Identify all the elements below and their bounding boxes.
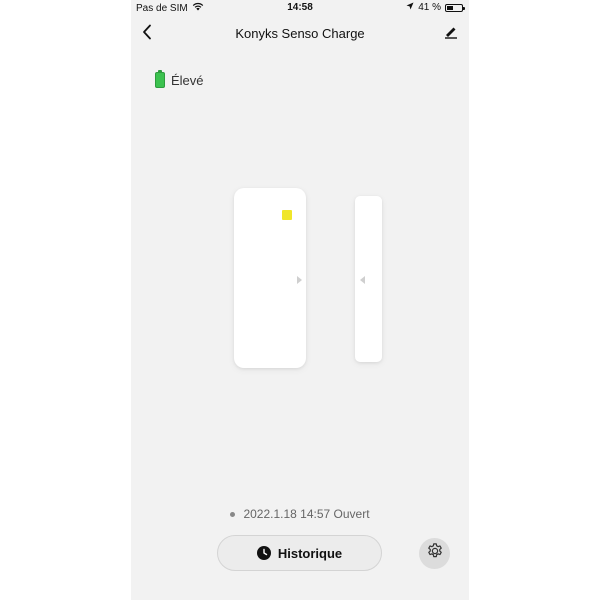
last-event: 2022.1.18 14:57 Ouvert (131, 507, 469, 521)
sensor-magnet (355, 196, 382, 362)
battery-icon (445, 3, 465, 12)
phone-screen: Pas de SIM 14:58 41 % Konyks Senso Charg… (131, 0, 469, 600)
history-label: Historique (277, 545, 343, 561)
triangle-right-icon (297, 276, 302, 284)
history-button[interactable]: Historique (217, 535, 382, 571)
gear-icon (426, 542, 444, 565)
battery-fill (447, 5, 453, 10)
battery-level-label: Élevé (171, 72, 204, 88)
location-arrow-icon (406, 2, 414, 13)
clock-icon (256, 546, 271, 560)
sensor-led (282, 210, 292, 220)
edit-button[interactable] (441, 24, 461, 44)
nav-bar: Konyks Senso Charge (131, 20, 469, 48)
last-event-text: 2022.1.18 14:57 Ouvert (243, 507, 370, 521)
battery-level: Élevé (155, 70, 204, 88)
triangle-left-icon (360, 276, 365, 284)
event-dot-icon (230, 511, 236, 517)
status-bar: Pas de SIM 14:58 41 % (131, 0, 469, 16)
settings-button[interactable] (419, 538, 450, 569)
page-title: Konyks Senso Charge (235, 26, 365, 41)
pencil-icon (444, 25, 458, 44)
sensor-body (234, 188, 306, 368)
status-right: 41 % (406, 2, 465, 13)
battery-full-icon (155, 70, 165, 88)
battery-percent: 41 % (418, 2, 441, 13)
